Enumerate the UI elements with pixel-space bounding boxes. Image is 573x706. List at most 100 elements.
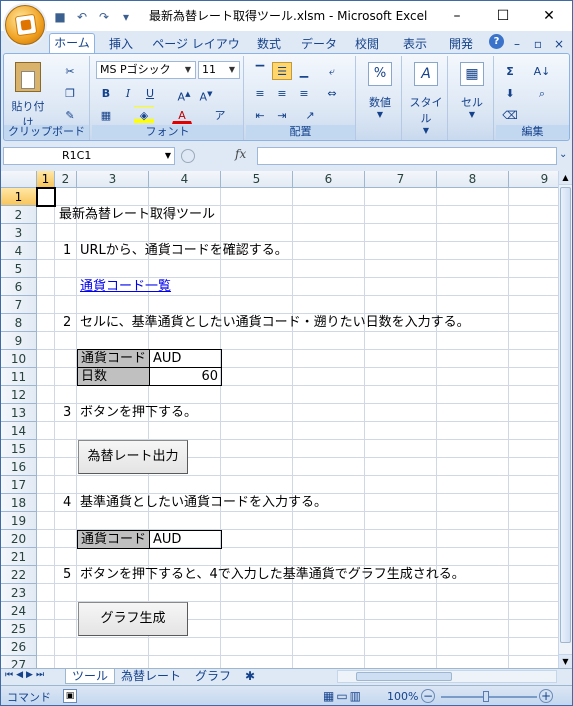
currency-code-input[interactable]: AUD — [149, 349, 222, 368]
border-icon[interactable]: ▦ — [96, 106, 116, 124]
generate-graph-button[interactable]: グラフ生成 — [78, 602, 188, 636]
align-middle-icon[interactable]: ☰ — [272, 62, 292, 80]
select-all-corner[interactable] — [1, 171, 37, 188]
style-button[interactable]: A スタイル ▼ — [406, 62, 446, 135]
tab-formulas[interactable]: 数式 — [251, 35, 287, 53]
row-header[interactable]: 7 — [1, 296, 37, 314]
column-header[interactable]: 2 — [55, 171, 77, 188]
row-header[interactable]: 18 — [1, 494, 37, 512]
row-header[interactable]: 3 — [1, 224, 37, 242]
font-color-icon[interactable]: A — [172, 106, 192, 124]
office-button-icon[interactable] — [5, 5, 45, 45]
expand-formula-icon[interactable]: ⌄ — [559, 149, 567, 160]
minimize-button[interactable]: – — [434, 1, 480, 31]
align-bottom-icon[interactable]: ▁ — [294, 62, 314, 80]
active-cell[interactable] — [36, 187, 56, 207]
column-header[interactable]: 9 — [509, 171, 558, 188]
row-header[interactable]: 17 — [1, 476, 37, 494]
formula-input[interactable] — [257, 147, 557, 165]
decrease-indent-icon[interactable]: ⇤ — [250, 106, 270, 124]
cut-icon[interactable]: ✂ — [60, 62, 80, 80]
grow-font-icon[interactable]: A▲ — [174, 84, 194, 104]
find-select-icon[interactable]: ⌕ — [532, 84, 552, 102]
row-header[interactable]: 16 — [1, 458, 37, 476]
save-icon[interactable]: ■ — [51, 8, 69, 26]
insert-function-icon[interactable]: fx — [235, 147, 246, 161]
row-header[interactable]: 5 — [1, 260, 37, 278]
customize-qat-icon[interactable]: ▾ — [117, 8, 135, 26]
copy-icon[interactable]: ❐ — [60, 84, 80, 102]
column-header[interactable]: 3 — [77, 171, 149, 188]
sort-filter-icon[interactable]: A↓ — [532, 62, 552, 80]
tab-insert[interactable]: 挿入 — [103, 35, 139, 53]
zoom-out-icon[interactable]: − — [421, 689, 435, 703]
scroll-thumb[interactable] — [560, 187, 571, 643]
row-header[interactable]: 10 — [1, 350, 37, 368]
cells-button[interactable]: ▦ セル ▼ — [454, 62, 490, 122]
merge-center-icon[interactable]: ⇔ — [322, 84, 342, 102]
tab-view[interactable]: 表示 — [397, 35, 433, 53]
tab-page-layout[interactable]: ページ レイアウト — [149, 35, 243, 69]
align-center-icon[interactable]: ≡ — [272, 84, 292, 102]
clear-icon[interactable]: ⌫ — [500, 106, 520, 124]
row-header[interactable]: 13 — [1, 404, 37, 422]
increase-indent-icon[interactable]: ⇥ — [272, 106, 292, 124]
column-header[interactable]: 1 — [37, 171, 55, 188]
column-header[interactable]: 4 — [149, 171, 221, 188]
row-header[interactable]: 6 — [1, 278, 37, 296]
align-left-icon[interactable]: ≡ — [250, 84, 270, 102]
sheet-tab-tool[interactable]: ツール — [65, 669, 116, 684]
ribbon-minimize-icon[interactable]: – — [510, 35, 524, 53]
row-header[interactable]: 14 — [1, 422, 37, 440]
row-header[interactable]: 8 — [1, 314, 37, 332]
exchange-rate-output-button[interactable]: 為替レート出力 — [78, 440, 188, 474]
row-header[interactable]: 15 — [1, 440, 37, 458]
column-header[interactable]: 5 — [221, 171, 293, 188]
tab-review[interactable]: 校閲 — [349, 35, 385, 53]
phonetic-icon[interactable]: ア — [210, 106, 230, 124]
fill-icon[interactable]: ⬇ — [500, 84, 520, 102]
scroll-up-icon[interactable]: ▲ — [559, 171, 572, 185]
row-header[interactable]: 11 — [1, 368, 37, 386]
row-header[interactable]: 19 — [1, 512, 37, 530]
sheet-nav-icons[interactable]: ⏮◀▶⏭ — [5, 670, 47, 680]
sheet-tab-graph[interactable]: グラフ — [189, 669, 237, 684]
row-header[interactable]: 25 — [1, 620, 37, 638]
fill-color-icon[interactable]: ◈ — [134, 106, 154, 124]
tab-developer[interactable]: 開発 — [443, 35, 479, 53]
view-buttons[interactable]: ▦▭▥ — [323, 689, 363, 703]
row-header[interactable]: 20 — [1, 530, 37, 548]
font-size-combo[interactable]: 11 ▼ — [198, 61, 240, 79]
font-name-combo[interactable]: MS Pゴシック ▼ — [96, 61, 196, 79]
maximize-button[interactable]: ☐ — [480, 1, 526, 31]
scroll-down-icon[interactable]: ▼ — [559, 654, 572, 668]
row-header[interactable]: 27 — [1, 656, 37, 668]
row-header[interactable]: 23 — [1, 584, 37, 602]
italic-icon[interactable]: I — [118, 84, 138, 102]
row-header[interactable]: 26 — [1, 638, 37, 656]
number-format-button[interactable]: % 数値 ▼ — [362, 62, 398, 122]
row-header[interactable]: 12 — [1, 386, 37, 404]
sheet-tab-rates[interactable]: 為替レート — [115, 669, 187, 684]
zoom-slider-track[interactable] — [441, 696, 537, 698]
column-header[interactable]: 8 — [437, 171, 509, 188]
orientation-icon[interactable]: ↗ — [300, 106, 320, 124]
align-top-icon[interactable]: ▔ — [250, 62, 270, 80]
row-header[interactable]: 4 — [1, 242, 37, 260]
tab-home[interactable]: ホーム — [49, 33, 95, 53]
align-right-icon[interactable]: ≡ — [294, 84, 314, 102]
days-input[interactable]: 60 — [149, 367, 222, 386]
zoom-level[interactable]: 100% — [387, 690, 418, 703]
row-header[interactable]: 21 — [1, 548, 37, 566]
base-currency-input[interactable]: AUD — [149, 530, 222, 549]
paste-button[interactable]: 貼り付け — [8, 60, 48, 129]
macro-record-icon[interactable]: ▣ — [63, 689, 77, 703]
vertical-scrollbar[interactable]: ▲ ▼ — [558, 171, 572, 668]
autosum-icon[interactable]: Σ — [500, 62, 520, 80]
zoom-slider-thumb[interactable] — [483, 691, 489, 702]
close-button[interactable]: ✕ — [526, 1, 572, 31]
help-icon[interactable]: ? — [489, 34, 504, 49]
column-header[interactable]: 7 — [365, 171, 437, 188]
format-painter-icon[interactable]: ✎ — [60, 106, 80, 124]
row-header[interactable]: 24 — [1, 602, 37, 620]
